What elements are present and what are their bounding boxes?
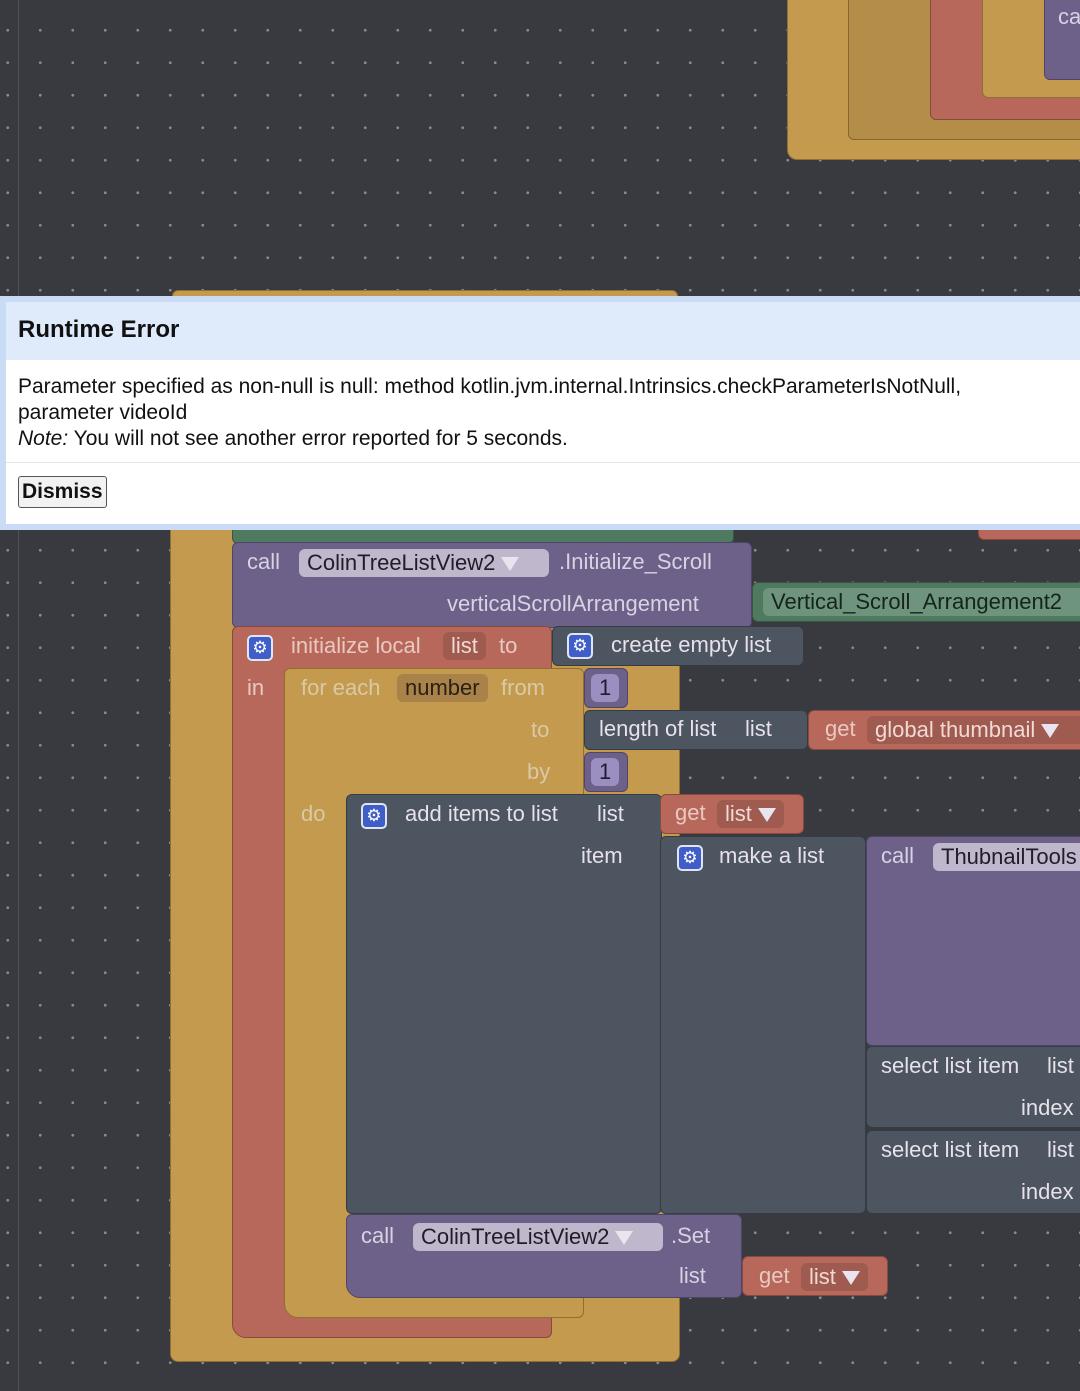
gear-icon[interactable]: ⚙ <box>677 845 703 871</box>
index-label: index <box>1021 1095 1074 1120</box>
call-label: call <box>881 843 915 868</box>
thubnail-component-dropdown[interactable]: ThubnailTools <box>933 843 1080 871</box>
component-dropdown[interactable]: ColinTreeListView2 <box>299 549 549 577</box>
get-label: get <box>759 1263 790 1288</box>
call-thubnail-block[interactable]: call ThubnailTools <box>866 836 1080 1046</box>
get-var-dropdown[interactable]: list <box>717 800 784 828</box>
component-value[interactable]: Vertical_Scroll_Arrangement2 <box>763 588 1080 616</box>
top-call-fragment: ca <box>1058 4 1080 29</box>
make-a-list-block[interactable]: ⚙ make a list <box>660 836 866 1214</box>
note-label: Note: <box>18 427 69 450</box>
create-empty-list-label: create empty list <box>611 632 772 657</box>
list-label: list <box>597 801 624 826</box>
call-label: call <box>361 1223 395 1248</box>
chevron-down-icon <box>757 808 776 823</box>
get-list-block[interactable]: get list <box>742 1256 888 1296</box>
call-set-block[interactable]: call ColinTreeListView2 .Set list <box>346 1214 742 1298</box>
item-label: item <box>581 843 623 868</box>
method-label: .Initialize_Scroll <box>559 549 712 574</box>
to-label: to <box>499 633 518 658</box>
add-items-to-list-block[interactable]: ⚙ add items to list list item <box>346 794 662 1214</box>
length-of-list-block[interactable]: length of list list <box>584 710 808 750</box>
by-number-block[interactable]: 1 <box>584 752 628 792</box>
index-label: index <box>1021 1179 1074 1204</box>
param-label: list <box>679 1263 706 1288</box>
error-message: Parameter specified as non-null is null:… <box>18 375 962 424</box>
dialog-divider <box>6 462 1080 463</box>
chevron-down-icon <box>1041 724 1060 739</box>
chevron-down-icon <box>501 557 520 572</box>
get-label: get <box>675 800 706 825</box>
select-list-label: list <box>1047 1053 1074 1078</box>
length-of-list-label: length of list <box>599 716 717 741</box>
component-name: ColinTreeListView2 <box>421 1224 610 1249</box>
local-var-name[interactable]: list <box>443 632 486 660</box>
dialog-header: Runtime Error <box>6 302 1080 360</box>
get-var-dropdown[interactable]: list <box>801 1263 868 1291</box>
global-var-name: global thumbnail <box>875 717 1036 742</box>
select-list-item-label: select list item <box>881 1137 1020 1162</box>
get-list-block[interactable]: get list <box>660 794 804 834</box>
select-list-item-block-1[interactable]: select list item list index <box>866 1046 1080 1128</box>
create-empty-list-block[interactable]: ⚙ create empty list <box>552 626 804 666</box>
component-name: ColinTreeListView2 <box>307 550 496 575</box>
runtime-error-dialog: Runtime Error Parameter specified as non… <box>0 296 1080 530</box>
by-label: by <box>527 759 551 784</box>
by-value[interactable]: 1 <box>591 758 620 786</box>
in-label: in <box>247 675 265 700</box>
from-value[interactable]: 1 <box>591 674 620 702</box>
global-var-dropdown[interactable]: global thumbnail <box>867 716 1080 744</box>
do-label: do <box>301 801 326 826</box>
dismiss-button[interactable]: Dismiss <box>18 476 107 508</box>
initialize-local-label: initialize local <box>291 633 421 658</box>
add-items-label: add items to list <box>405 801 558 826</box>
list-label: list <box>745 716 772 741</box>
for-each-label: for each <box>301 675 381 700</box>
dialog-panel: Runtime Error Parameter specified as non… <box>6 302 1080 524</box>
call-label: call <box>247 549 281 574</box>
select-list-item-label: select list item <box>881 1053 1020 1078</box>
from-number-block[interactable]: 1 <box>584 668 628 708</box>
from-label: from <box>501 675 545 700</box>
dialog-title: Runtime Error <box>18 316 180 343</box>
get-var-name: list <box>725 801 752 826</box>
dialog-body: Parameter specified as non-null is null:… <box>18 374 1060 452</box>
chevron-down-icon <box>615 1231 634 1246</box>
workspace-edge <box>18 0 19 1391</box>
component-dropdown[interactable]: ColinTreeListView2 <box>413 1223 663 1251</box>
select-list-label: list <box>1047 1137 1074 1162</box>
loop-var-name[interactable]: number <box>397 674 488 702</box>
get-label: get <box>825 716 856 741</box>
make-a-list-label: make a list <box>719 843 825 868</box>
select-list-item-block-2[interactable]: select list item list index <box>866 1130 1080 1214</box>
param-label: verticalScrollArrangement <box>447 591 699 616</box>
error-note: Note: You will not see another error rep… <box>18 426 1060 452</box>
chevron-down-icon <box>841 1271 860 1286</box>
get-var-name: list <box>809 1264 836 1289</box>
gear-icon[interactable]: ⚙ <box>567 633 593 659</box>
call-initialize-scroll-block[interactable]: call ColinTreeListView2 .Initialize_Scro… <box>232 542 752 628</box>
to-label: to <box>531 717 550 742</box>
component-value-block[interactable]: Vertical_Scroll_Arrangement2 <box>752 582 1080 622</box>
note-text: You will not see another error reported … <box>68 427 568 450</box>
method-label: .Set <box>671 1223 711 1248</box>
get-global-block[interactable]: get global thumbnail <box>808 710 1080 750</box>
gear-icon[interactable]: ⚙ <box>247 635 273 661</box>
gear-icon[interactable]: ⚙ <box>361 803 387 829</box>
